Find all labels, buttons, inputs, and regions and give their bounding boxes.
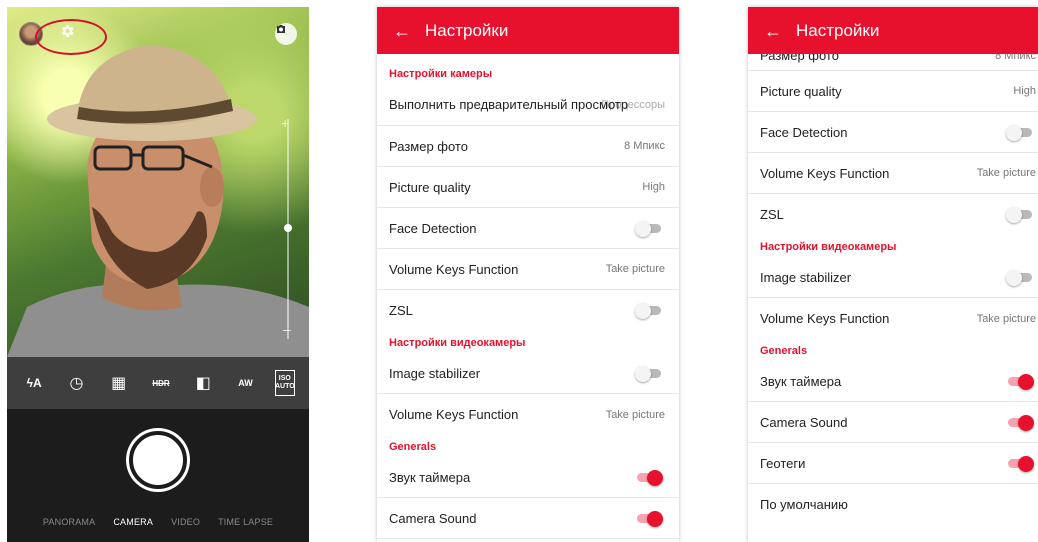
settings-row-face-detection[interactable]: Face Detection	[748, 112, 1038, 153]
settings-label-camera-sound: Camera Sound	[389, 510, 477, 526]
shutter-button[interactable]	[129, 431, 187, 489]
settings-label-photo-size: Размер фото	[389, 138, 468, 154]
settings-label-volume-keys: Volume Keys Function	[389, 261, 519, 277]
camera-switch-button[interactable]	[275, 23, 297, 45]
settings-label-timer-sound: Звук таймера	[389, 469, 471, 485]
settings-row-zsl[interactable]: ZSL	[748, 194, 1038, 235]
zsl-toggle[interactable]	[1006, 207, 1034, 223]
settings-label-geotags: Геотеги	[760, 455, 806, 471]
settings-label-face-detection: Face Detection	[760, 124, 848, 140]
settings-row-defaults[interactable]: По умолчанию	[748, 484, 1038, 525]
mode-video[interactable]: VIDEO	[162, 517, 209, 527]
settings-label-video-volume-keys: Volume Keys Function	[760, 311, 890, 326]
settings-label-camera-sound: Camera Sound	[760, 414, 848, 430]
settings-label-picture-quality: Picture quality	[389, 179, 471, 195]
settings-value-photo-size: 8 Мпикс	[624, 140, 665, 152]
camera-toolbar: ϟA ◷ ▦ HDR ◧ AW ISO AUTO	[7, 357, 309, 409]
settings-label-volume-keys: Volume Keys Function	[760, 165, 890, 181]
settings-label-video-volume-keys: Volume Keys Function	[389, 407, 519, 422]
settings-value-volume-keys: Take picture	[976, 167, 1036, 179]
settings-row-image-stabilizer[interactable]: Image stabilizer	[748, 257, 1038, 298]
face-detection-toggle[interactable]	[635, 221, 663, 237]
viewfinder-preview[interactable]: + –	[7, 7, 309, 357]
settings-value-video-volume-keys: Take picture	[976, 312, 1036, 325]
settings-label-image-stabilizer: Image stabilizer	[760, 269, 852, 285]
settings-row-image-stabilizer[interactable]: Image stabilizer	[377, 353, 679, 394]
portrait-image	[7, 45, 309, 357]
settings-screen-scrolled: Размер фото 8 Мпикс Picture quality High…	[748, 7, 1038, 542]
settings-gear-button[interactable]	[59, 23, 83, 47]
section-header-camera: Настройки камеры	[389, 68, 493, 80]
settings-value-video-volume-keys: Take picture	[605, 408, 665, 421]
settings-label-face-detection: Face Detection	[389, 220, 477, 236]
settings-label-zsl: ZSL	[389, 303, 413, 318]
settings-value-picture-quality: High	[1013, 85, 1036, 97]
geotags-toggle[interactable]	[1006, 456, 1034, 472]
page-title: Настройки	[425, 20, 509, 40]
grid-icon[interactable]: ▦	[106, 370, 132, 396]
camera-sound-toggle[interactable]	[1006, 415, 1034, 431]
image-stabilizer-toggle[interactable]	[635, 366, 663, 382]
camera-switch-icon	[277, 25, 285, 33]
settings-label-image-stabilizer: Image stabilizer	[389, 365, 481, 381]
section-header-video: Настройки видеокамеры	[389, 337, 526, 349]
page-title: Настройки	[796, 20, 880, 40]
settings-label-timer-sound: Звук таймера	[760, 373, 842, 389]
shutter-area	[7, 409, 309, 517]
zoom-in-label: +	[281, 115, 290, 131]
white-balance-icon[interactable]: AW	[233, 370, 259, 396]
settings-list-scrolled: Размер фото 8 Мпикс Picture quality High…	[748, 41, 1038, 525]
settings-value-picture-quality: High	[642, 181, 665, 193]
settings-row-picture-quality[interactable]: Picture quality High	[377, 167, 679, 208]
exposure-icon[interactable]: ◧	[190, 370, 216, 396]
gear-icon	[61, 25, 74, 37]
section-header-generals: Generals	[760, 345, 808, 357]
settings-screen-top: ← Настройки Настройки камеры Процессоры …	[377, 7, 679, 542]
settings-row-preview[interactable]: Процессоры Выполнить предварительный про…	[377, 84, 679, 126]
mode-time-lapse[interactable]: TIME LAPSE	[209, 517, 282, 527]
settings-label-picture-quality: Picture quality	[760, 83, 842, 99]
zoom-out-label: –	[283, 321, 291, 337]
hdr-off-icon[interactable]: HDR	[148, 370, 174, 396]
settings-row-video-volume-keys[interactable]: Volume Keys Function Take picture	[748, 298, 1038, 339]
flash-auto-icon[interactable]: ϟA	[21, 370, 47, 396]
settings-label-preview: Выполнить предварительный просмотр	[389, 97, 629, 112]
settings-row-picture-quality[interactable]: Picture quality High	[748, 71, 1038, 112]
timer-sound-toggle[interactable]	[1006, 374, 1034, 390]
mode-camera[interactable]: CAMERA	[104, 517, 162, 527]
face-detection-toggle[interactable]	[1006, 125, 1034, 141]
zoom-slider-knob[interactable]	[284, 224, 292, 232]
settings-row-photo-size[interactable]: Размер фото 8 Мпикс	[377, 126, 679, 167]
settings-row-volume-keys[interactable]: Volume Keys Function Take picture	[377, 249, 679, 290]
mode-panorama[interactable]: PANORAMA	[34, 517, 104, 527]
image-stabilizer-toggle[interactable]	[1006, 270, 1034, 286]
zsl-toggle[interactable]	[635, 303, 663, 319]
settings-row-video-volume-keys[interactable]: Volume Keys Function Take picture	[377, 394, 679, 435]
back-arrow-icon[interactable]: ←	[764, 22, 786, 40]
section-header-video: Настройки видеокамеры	[760, 241, 897, 253]
mode-selector: PANORAMA CAMERA VIDEO TIME LAPSE	[7, 517, 309, 542]
camera-sound-toggle[interactable]	[635, 511, 663, 527]
settings-row-geotags[interactable]: Геотеги	[748, 443, 1038, 484]
iso-icon[interactable]: ISO AUTO	[274, 370, 295, 396]
settings-list: Настройки камеры Процессоры Выполнить пр…	[377, 62, 679, 539]
section-header-generals: Generals	[389, 441, 437, 453]
camera-screen: + – ϟA ◷ ▦ HDR ◧ AW ISO AUTO PANORAMA CA…	[7, 7, 309, 542]
settings-row-camera-sound[interactable]: Camera Sound	[377, 498, 679, 539]
settings-row-timer-sound[interactable]: Звук таймера	[377, 457, 679, 498]
settings-label-zsl: ZSL	[760, 207, 784, 222]
timer-sound-toggle[interactable]	[635, 470, 663, 486]
settings-row-camera-sound[interactable]: Camera Sound	[748, 402, 1038, 443]
settings-row-timer-sound[interactable]: Звук таймера	[748, 361, 1038, 402]
app-bar: ← Настройки	[748, 7, 1038, 54]
settings-row-zsl[interactable]: ZSL	[377, 290, 679, 331]
settings-label-defaults: По умолчанию	[760, 497, 848, 512]
settings-value-volume-keys: Take picture	[605, 263, 665, 275]
back-arrow-icon[interactable]: ←	[393, 22, 415, 40]
timer-off-icon[interactable]: ◷	[63, 370, 89, 396]
app-bar: ← Настройки	[377, 7, 679, 54]
settings-row-volume-keys[interactable]: Volume Keys Function Take picture	[748, 153, 1038, 194]
settings-row-face-detection[interactable]: Face Detection	[377, 208, 679, 249]
